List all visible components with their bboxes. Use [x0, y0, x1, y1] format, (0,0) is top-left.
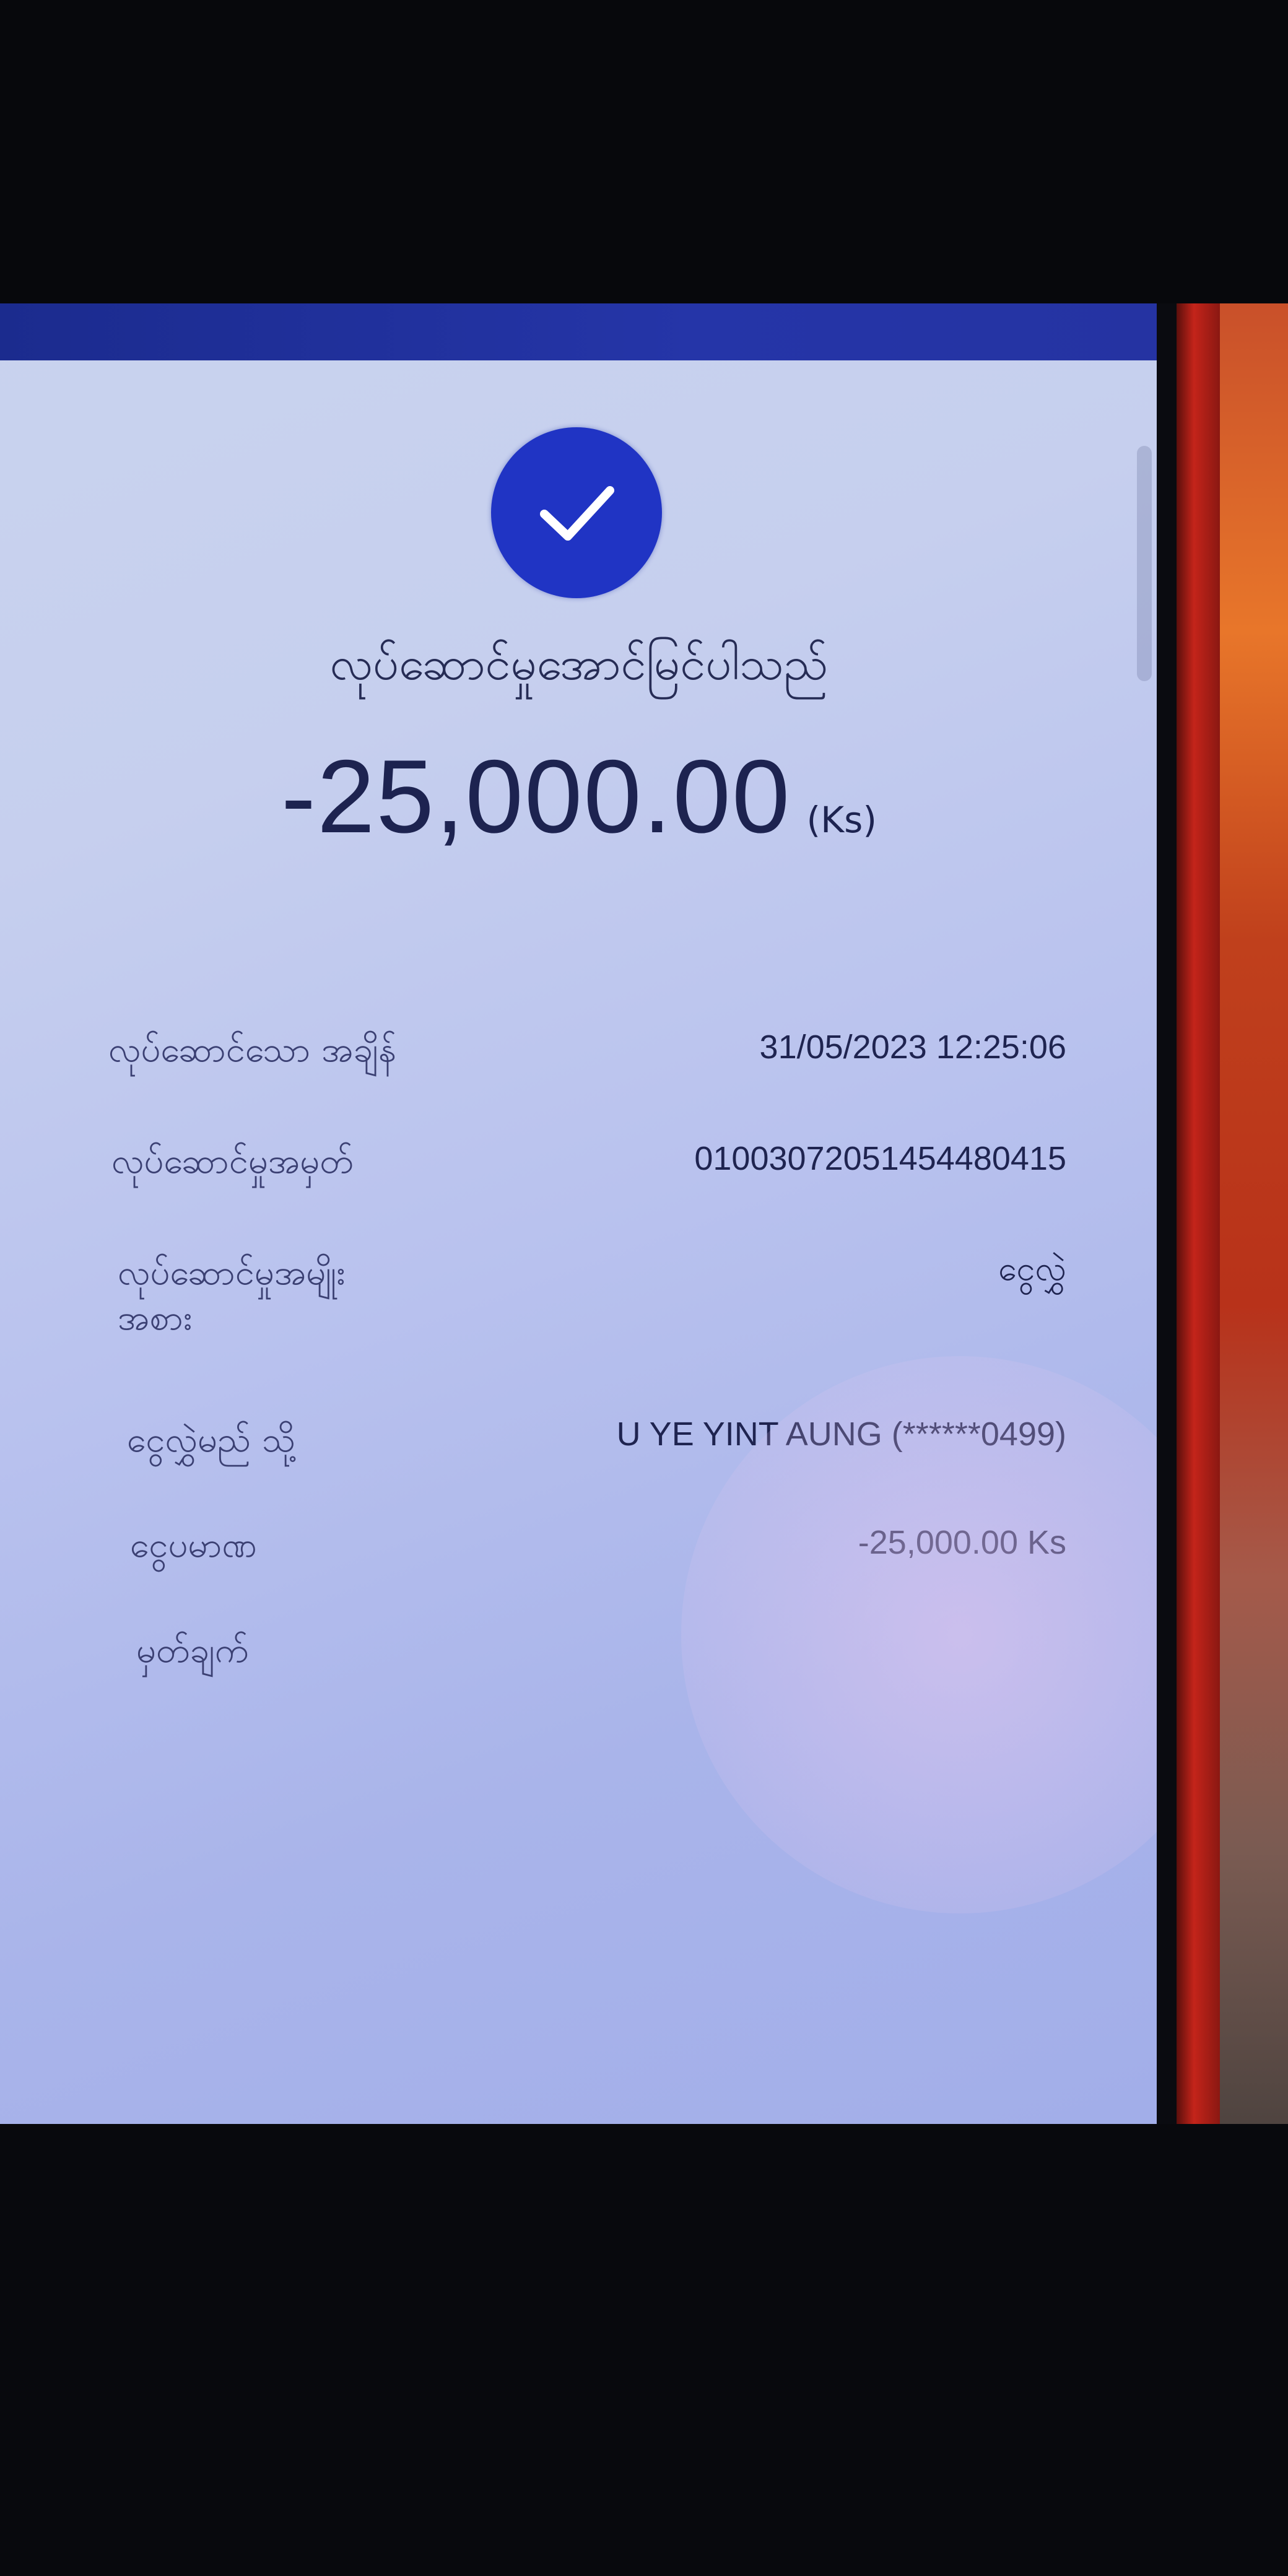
success-title: လုပ်ဆောင်မှုအောင်မြင်ပါသည်	[329, 637, 829, 690]
bottom-dark-area	[0, 2124, 1288, 2576]
detail-label-amount: ငွေပမာဏ	[130, 1525, 257, 1565]
detail-label-transaction-id: လုပ်ဆောင်မှုအမှတ်	[111, 1141, 354, 1181]
detail-label-note: မှတ်ချက်	[136, 1630, 249, 1671]
scrollbar[interactable]	[1137, 446, 1152, 681]
detail-value-amount: -25,000.00 Ks	[858, 1524, 1066, 1561]
detail-label-transaction-type: လုပ်ဆောင်မှုအမျိုး အစား	[118, 1253, 346, 1338]
phone-screen: လုပ်ဆောင်မှုအောင်မြင်ပါသည် -25,000.00 (K…	[0, 303, 1157, 2124]
top-dark-area	[0, 0, 1288, 303]
detail-value-transaction-id: 01003072051454480415	[694, 1140, 1066, 1177]
detail-label-time: လုပ်ဆောင်သော အချိန်	[108, 1030, 396, 1070]
photo-frame: လုပ်ဆောင်မှုအောင်မြင်ပါသည် -25,000.00 (K…	[0, 0, 1288, 2576]
detail-value-time: 31/05/2023 12:25:06	[759, 1029, 1066, 1066]
app-header-bar	[0, 303, 1157, 360]
background-objects	[1220, 303, 1288, 2124]
amount-display: -25,000.00 (Ks)	[173, 737, 985, 856]
amount-currency: (Ks)	[806, 799, 877, 841]
amount-value: -25,000.00	[281, 738, 791, 855]
check-icon	[540, 486, 614, 541]
detail-value-transaction-type: ငွေလွှဲ	[998, 1249, 1066, 1288]
success-check-circle	[491, 427, 662, 598]
detail-label-recipient: ငွေလွှဲမည် သို့	[127, 1420, 296, 1460]
detail-value-recipient: U YE YINT AUNG (******0499)	[616, 1416, 1066, 1453]
phone-case-right	[1177, 303, 1220, 2124]
